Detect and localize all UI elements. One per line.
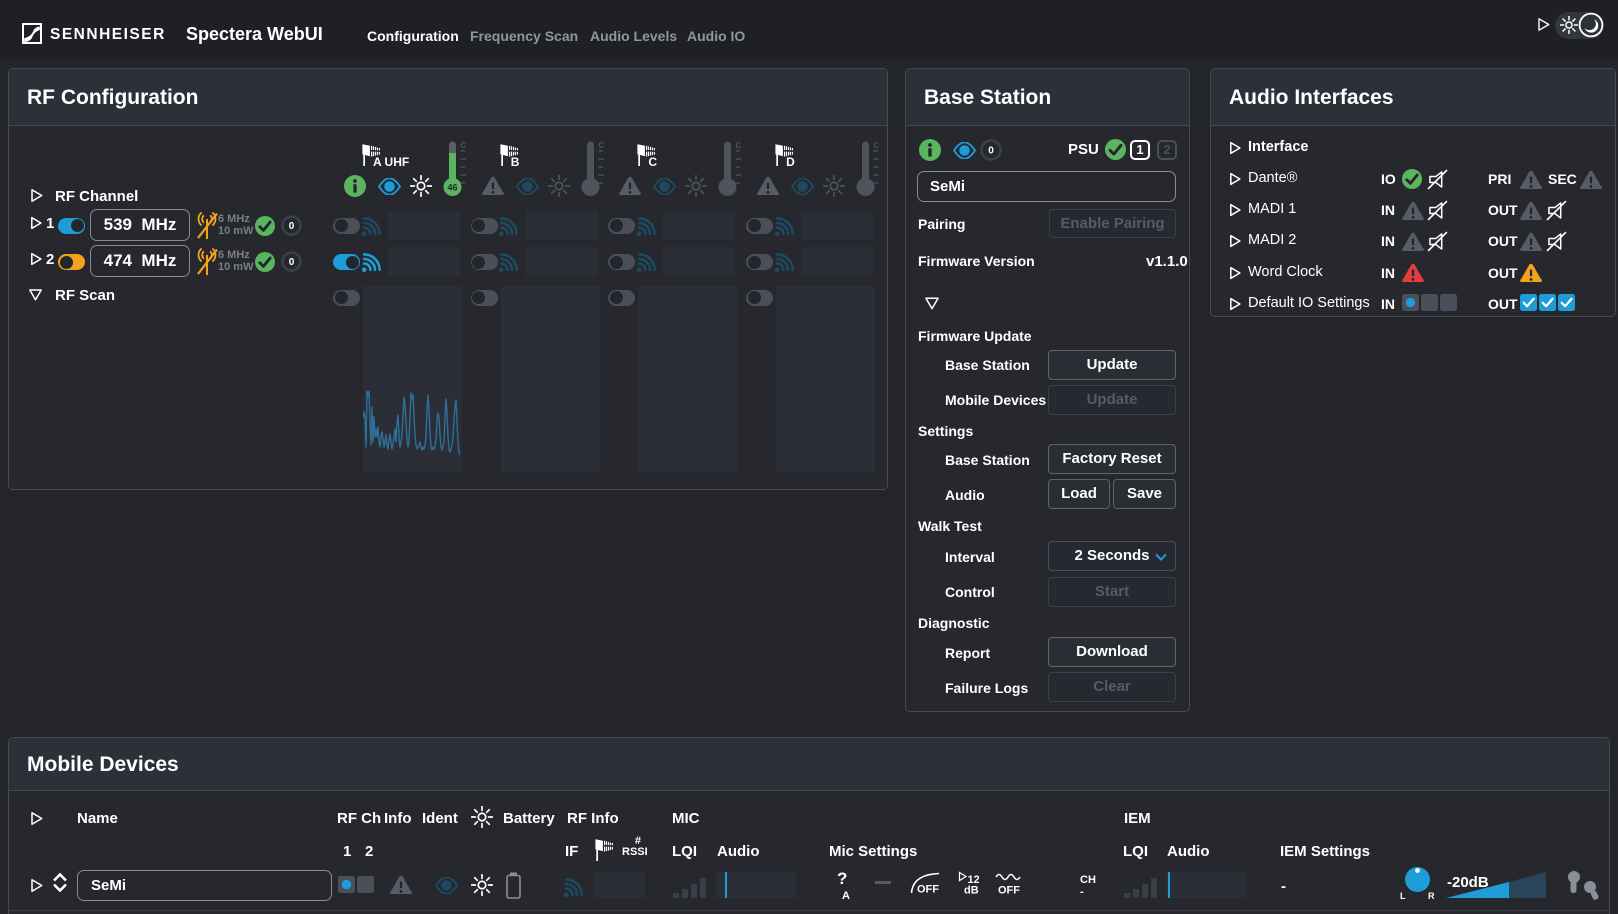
svg-text:C: C	[461, 141, 467, 150]
svg-text:OFF: OFF	[917, 884, 939, 895]
svg-text:OFF: OFF	[998, 885, 1020, 896]
svg-text:C: C	[736, 141, 742, 150]
svg-text:0: 0	[988, 146, 994, 157]
svg-text:R: R	[1428, 891, 1435, 901]
svg-text:C: C	[874, 141, 880, 150]
svg-text:dB: dB	[964, 885, 979, 896]
svg-text:0: 0	[289, 257, 295, 268]
svg-text:C: C	[598, 141, 604, 150]
svg-text:L: L	[1400, 891, 1406, 901]
svg-text:46: 46	[447, 183, 457, 193]
svg-text:0: 0	[289, 221, 295, 232]
